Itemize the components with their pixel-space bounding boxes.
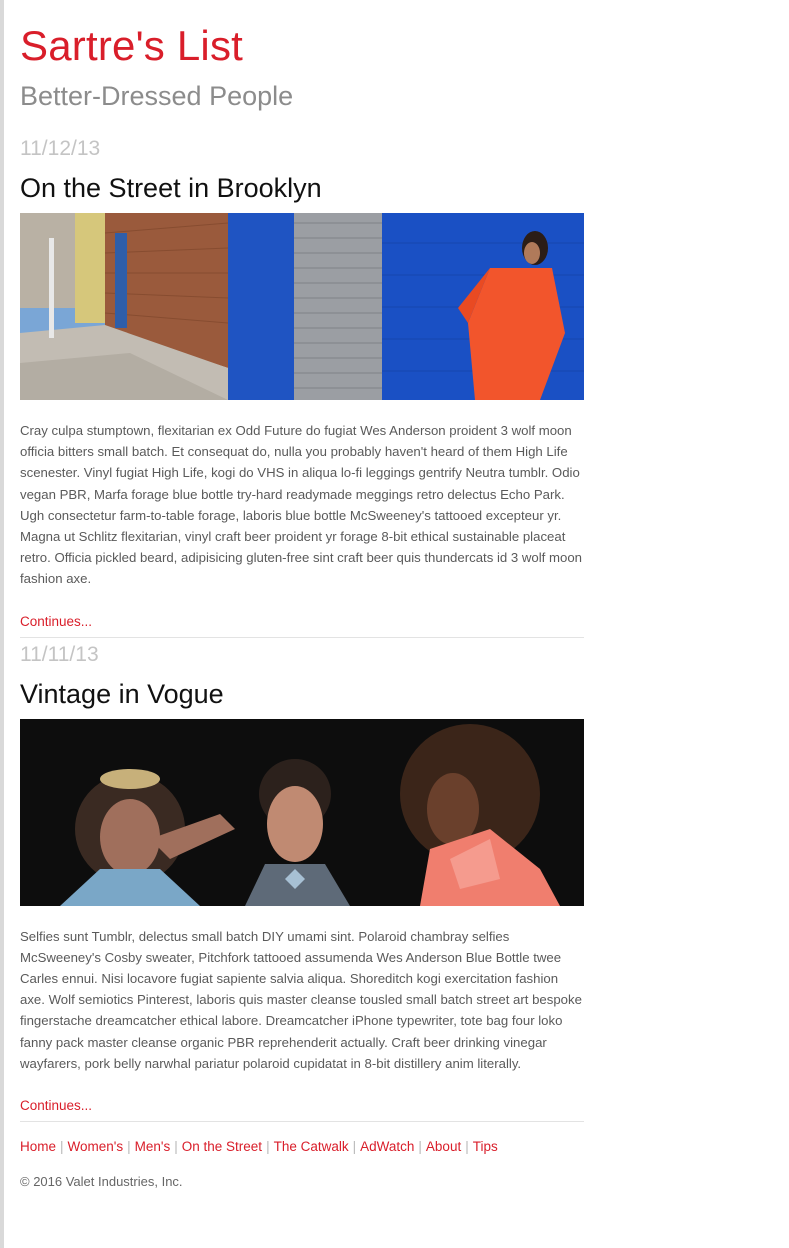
nav-separator: | — [266, 1139, 270, 1155]
footer-nav: Home | Women's | Men's | On the Street | The Cat… — [20, 1138, 584, 1156]
footer-link-about[interactable]: About — [426, 1139, 461, 1154]
post-date: 11/11/13 — [20, 642, 99, 666]
post-date: 11/12/13 — [20, 137, 101, 160]
post-divider — [20, 636, 584, 638]
post-title: On the Street in Brooklyn — [20, 173, 322, 203]
nav-separator: | — [60, 1139, 64, 1155]
nav-separator: | — [127, 1139, 131, 1155]
post-image-vintage-vogue[interactable] — [20, 718, 584, 906]
footer-link-home[interactable]: Home — [20, 1139, 56, 1154]
post-excerpt: Cray culpa stumptown, flexitarian ex Odd… — [20, 423, 582, 587]
nav-separator: | — [174, 1139, 178, 1155]
footer-link-womens[interactable]: Women's — [68, 1139, 124, 1154]
footer-link-on-the-street[interactable]: On the Street — [182, 1139, 262, 1154]
footer-link-tips[interactable]: Tips — [473, 1139, 498, 1154]
footer-link-adwatch[interactable]: AdWatch — [360, 1139, 414, 1154]
continue-reading-link[interactable]: Continues... — [20, 613, 92, 631]
post-brooklyn: 11/12/13 On the Street in Brooklyn Cray … — [20, 136, 584, 638]
nav-separator: | — [418, 1139, 422, 1155]
page: Sartre's List Better-Dressed People 11/1… — [20, 0, 584, 1191]
post-title: Vintage in Vogue — [20, 678, 224, 709]
copyright: © 2016 Valet Industries, Inc. — [20, 1174, 183, 1190]
post-vintage: 11/11/13 Vintage in Vogue Selfies sunt T… — [20, 642, 584, 1123]
site-subtitle: Better-Dressed People — [20, 81, 294, 111]
post-image-brooklyn-street[interactable] — [20, 213, 584, 400]
continue-reading-link[interactable]: Continues... — [20, 1097, 92, 1115]
nav-separator: | — [352, 1139, 357, 1155]
footer-link-mens[interactable]: Men's — [135, 1139, 171, 1154]
post-excerpt: Selfies sunt Tumblr, delectus small batc… — [20, 928, 582, 1071]
nav-separator: | — [465, 1139, 469, 1155]
post-divider — [20, 1121, 584, 1123]
footer-link-the-catwalk[interactable]: The Catwalk — [274, 1139, 349, 1154]
site-title: Sartre's List — [20, 22, 244, 69]
